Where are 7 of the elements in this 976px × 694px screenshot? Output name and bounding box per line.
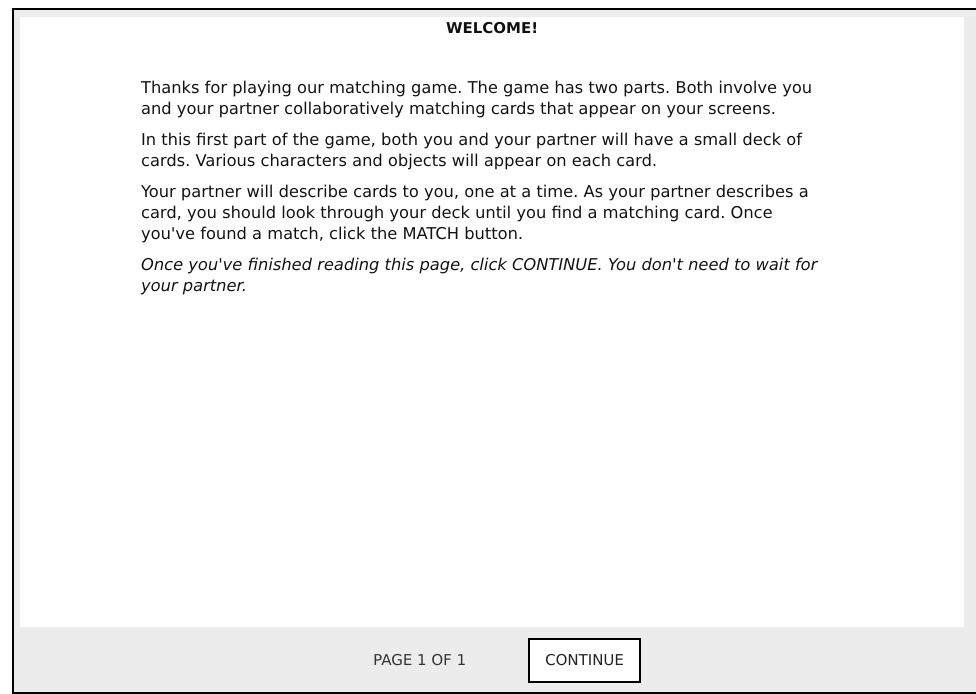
page-indicator: PAGE 1 OF 1 — [373, 650, 466, 672]
paragraph: In this first part of the game, both you and your partner will have a small deck of cards. Various characters and objects will appear on each card. — [141, 129, 804, 171]
page-title: WELCOME! — [444, 19, 540, 37]
continue-button[interactable]: CONTINUE — [528, 638, 641, 683]
paragraph: Thanks for playing our matching game. The game has two parts. Both involve you and your partner collaboratively matching cards that appear on your screens. — [141, 77, 814, 119]
paragraph: Your partner will describe cards to you, one at a time. As your partner describes a card, you should look through your deck until you find a matching card. Once you've found a match, click the MATCH button. — [141, 181, 810, 244]
paragraph: Once you've finished reading this page, click CONTINUE. You don't need to wait for your partner. — [141, 254, 820, 296]
